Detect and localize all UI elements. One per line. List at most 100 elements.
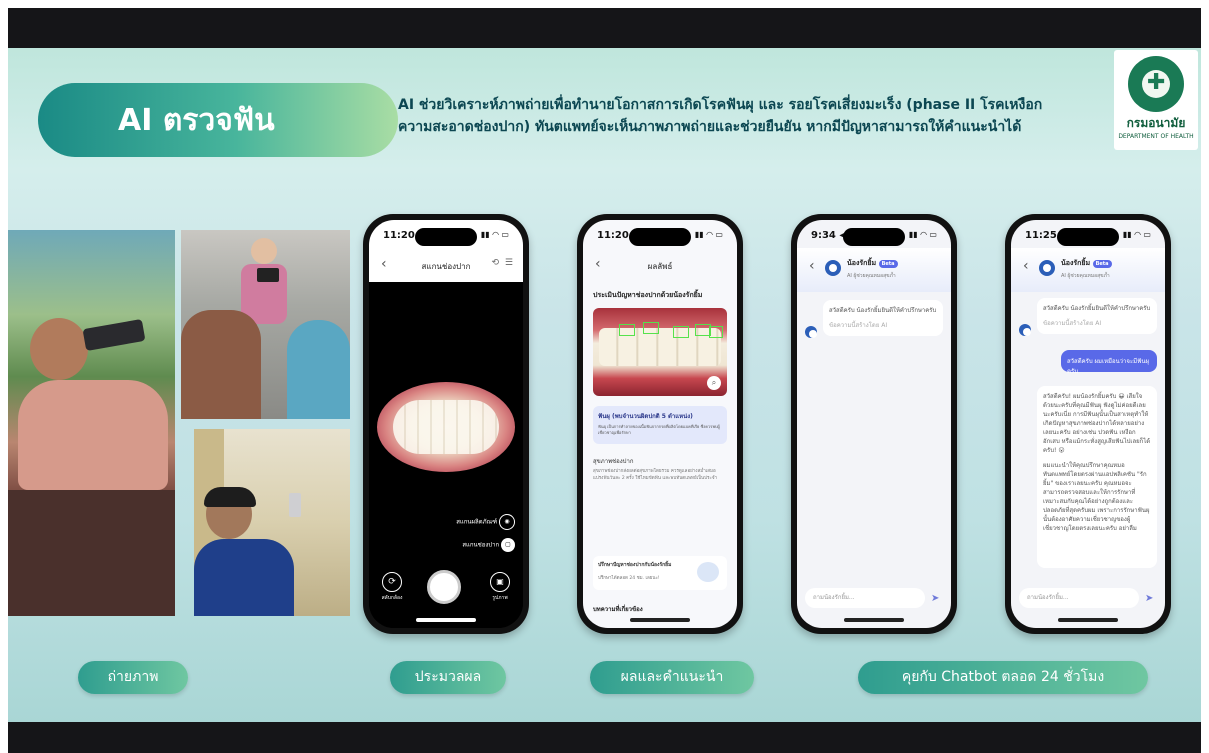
description-line-1: AI ช่วยวิเคราะห์ภาพถ่ายเพื่อทำนายโอกาสกา… <box>398 97 1043 113</box>
phone-chat-screen-2: 11:25 ◂ ▮▮ ◠ ▭ ‹ น้องรักยิ้ม Beta AI ผู้… <box>1005 214 1171 634</box>
signal-battery-icon: ▮▮ ◠ ▭ <box>908 230 937 239</box>
shutter-button[interactable] <box>427 570 461 604</box>
result-heading: ประเมินปัญหาช่องปากด้วยน้องรักยิ้ม <box>593 291 703 299</box>
switch-camera-label: สลับกล้อง <box>381 595 403 601</box>
greeting-text: สวัสดีครับ น้องรักยิ้มยินดีให้คำปรึกษาคร… <box>1043 305 1151 312</box>
detection-box <box>643 322 659 334</box>
photo-child-scanning <box>181 230 350 419</box>
description-line-2: ความสะอาดช่องปาก) ทันตแพทย์จะเห็นภาพภาพถ… <box>398 119 1022 135</box>
bot-subtitle: AI ผู้ช่วยคุณหมอสุขภ้ำ <box>847 273 896 279</box>
signal-battery-icon: ▮▮ ◠ ▭ <box>694 230 723 239</box>
related-articles: บทความที่เกี่ยวข้อง <box>593 606 643 613</box>
user-message-bubble: สวัสดีครับ ผมเหมือนว่าจะมีฟันผุครับ <box>1061 350 1157 375</box>
dynamic-island <box>843 228 905 246</box>
home-indicator <box>1058 618 1118 622</box>
step-photo-label: ถ่ายภาพ <box>107 669 159 685</box>
product-icon: ◉ <box>499 514 515 530</box>
bot-name: น้องรักยิ้ม <box>1061 259 1091 267</box>
gallery-label: รูปภาพ <box>492 595 508 601</box>
home-indicator <box>630 618 690 622</box>
bot-avatar-icon <box>1019 324 1031 336</box>
finding-card: ฟันผุ (พบจำนวนผิดปกติ 5 ตำแหน่ง) ฟันผุ เ… <box>593 406 727 444</box>
home-indicator <box>416 618 476 622</box>
home-indicator <box>844 618 904 622</box>
zoom-icon[interactable]: ⌕ <box>707 376 721 390</box>
section-text: สุขภาพช่องปากส่งผลต่อสุขภาพโดยรวม ควรดูแ… <box>593 469 717 481</box>
scan-product-button[interactable]: สแกนผลิตภัณฑ์ ◉ <box>456 514 515 530</box>
switch-camera-button[interactable]: ⟳ สลับกล้อง <box>377 572 407 602</box>
greeting-text: สวัสดีครับ น้องรักยิ้มยินดีให้คำปรึกษาคร… <box>829 307 937 314</box>
phone-chat-screen-1: 9:34 ◂ ▮▮ ◠ ▭ ‹ น้องรักยิ้ม Beta AI ผู้ช… <box>791 214 957 634</box>
scan-mouth-label: สแกนช่องปาก <box>462 541 500 549</box>
back-icon[interactable]: ‹ <box>1023 258 1029 274</box>
signal-battery-icon: ▮▮ ◠ ▭ <box>1122 230 1151 239</box>
detection-box <box>673 326 689 338</box>
dynamic-island <box>415 228 477 246</box>
bot-avatar-icon <box>1039 260 1055 276</box>
step-process-label: ประมวลผล <box>414 669 482 685</box>
bot-greeting-bubble: สวัสดีครับ น้องรักยิ้มยินดีให้คำปรึกษาคร… <box>823 300 943 336</box>
bot-greeting-bubble: สวัสดีครับ น้องรักยิ้มยินดีให้คำปรึกษาคร… <box>1037 298 1157 334</box>
teeth-result-image: ⌕ <box>593 308 727 396</box>
slide-frame: AI ตรวจฟัน AI ช่วยวิเคราะห์ภาพถ่ายเพื่อท… <box>0 0 1209 753</box>
top-letterbox <box>8 8 1201 48</box>
ministry-seal-icon <box>1128 56 1184 112</box>
bot-reply-1: สวัสดีครับ! ผมน้องรักยิ้มครับ 😀 เสียใจด้… <box>1043 393 1151 454</box>
photo-man-scanning <box>194 429 350 616</box>
chat-input-placeholder: ถามน้องรักยิ้ม... <box>813 594 855 601</box>
section-title: สุขภาพช่องปาก <box>593 458 634 465</box>
tooth-icon: ▢ <box>501 538 515 552</box>
step-photo: ถ่ายภาพ <box>78 661 188 694</box>
ai-note: ข้อความนี้สร้างโดย AI <box>829 322 888 329</box>
scan-product-label: สแกนผลิตภัณฑ์ <box>456 518 498 526</box>
send-icon[interactable]: ➤ <box>931 594 941 604</box>
beta-badge: Beta <box>1092 260 1112 268</box>
step-chatbot-label: คุยกับ Chatbot ตลอด 24 ชั่วโมง <box>901 669 1105 685</box>
step-result-label: ผลและคำแนะนำ <box>620 669 724 685</box>
dynamic-island <box>1057 228 1119 246</box>
screen-title: สแกนช่องปาก <box>421 262 471 271</box>
bot-name: น้องรักยิ้ม <box>847 259 877 267</box>
menu-icon[interactable]: ☰ <box>505 258 513 268</box>
title-banner: AI ตรวจฟัน <box>38 83 398 157</box>
bot-reply-bubble: สวัสดีครับ! ผมน้องรักยิ้มครับ 😀 เสียใจด้… <box>1037 386 1157 568</box>
camera-preview: สแกนผลิตภัณฑ์ ◉ สแกนช่องปาก ▢ ⟳ สลับกล้อ… <box>369 282 523 628</box>
logo-name-en: DEPARTMENT OF HEALTH <box>1118 133 1194 140</box>
phone-result-screen: 11:20 ◂ ▮▮ ◠ ▭ ‹ ผลลัพธ์ ประเมินปัญหาช่อ… <box>577 214 743 634</box>
mascot-icon <box>697 562 719 582</box>
detection-box <box>619 324 635 336</box>
bot-subtitle: AI ผู้ช่วยคุณหมอสุขภ้ำ <box>1061 273 1110 279</box>
description: AI ช่วยวิเคราะห์ภาพถ่ายเพื่อทำนายโอกาสกา… <box>398 94 1118 138</box>
chat-header: ‹ น้องรักยิ้ม Beta AI ผู้ช่วยคุณหมอสุขภ้… <box>797 248 951 292</box>
back-icon[interactable]: ‹ <box>809 258 815 274</box>
detection-box <box>709 326 723 338</box>
consult-card[interactable]: ปรึกษาปัญหาช่องปากกับน้องรักยิ้ม ปรึกษาไ… <box>593 556 727 590</box>
page-title: AI ตรวจฟัน <box>118 102 275 138</box>
chat-input[interactable]: ถามน้องรักยิ้ม... <box>1019 588 1139 608</box>
gallery-icon: ▣ <box>490 572 510 592</box>
gallery-button[interactable]: ▣ รูปภาพ <box>485 572 515 602</box>
chat-input-placeholder: ถามน้องรักยิ้ม... <box>1027 594 1069 601</box>
finding-text: ฟันผุ เป็นการทำลายของเนื้อฟันจากกรดที่ผล… <box>598 424 720 435</box>
bot-avatar-icon <box>805 326 817 338</box>
screen-title: ผลลัพธ์ <box>647 262 673 271</box>
chat-header: ‹ น้องรักยิ้ม Beta AI ผู้ช่วยคุณหมอสุขภ้… <box>1011 248 1165 292</box>
send-icon[interactable]: ➤ <box>1145 594 1155 604</box>
step-result: ผลและคำแนะนำ <box>590 661 754 694</box>
logo-name-th: กรมอนามัย <box>1126 116 1186 130</box>
phone-scan-screen: 11:20 ◂ ▮▮ ◠ ▭ ‹ สแกนช่องปาก ⟲ ☰ สแกนผลิ… <box>363 214 529 634</box>
history-icon[interactable]: ⟲ <box>491 258 499 268</box>
user-message: สวัสดีครับ ผมเหมือนว่าจะมีฟันผุครับ <box>1067 358 1149 375</box>
bot-avatar-icon <box>825 260 841 276</box>
switch-camera-icon: ⟳ <box>382 572 402 592</box>
finding-title: ฟันผุ (พบจำนวนผิดปกติ 5 ตำแหน่ง) <box>598 413 693 420</box>
dynamic-island <box>629 228 691 246</box>
ai-note: ข้อความนี้สร้างโดย AI <box>1043 320 1102 327</box>
chat-input[interactable]: ถามน้องรักยิ้ม... <box>805 588 925 608</box>
scan-mouth-button[interactable]: สแกนช่องปาก ▢ <box>462 538 515 552</box>
signal-battery-icon: ▮▮ ◠ ▭ <box>480 230 509 239</box>
beta-badge: Beta <box>878 260 898 268</box>
step-process: ประมวลผล <box>390 661 506 694</box>
photo-woman-scanning <box>8 230 175 616</box>
bottom-letterbox <box>8 722 1201 753</box>
